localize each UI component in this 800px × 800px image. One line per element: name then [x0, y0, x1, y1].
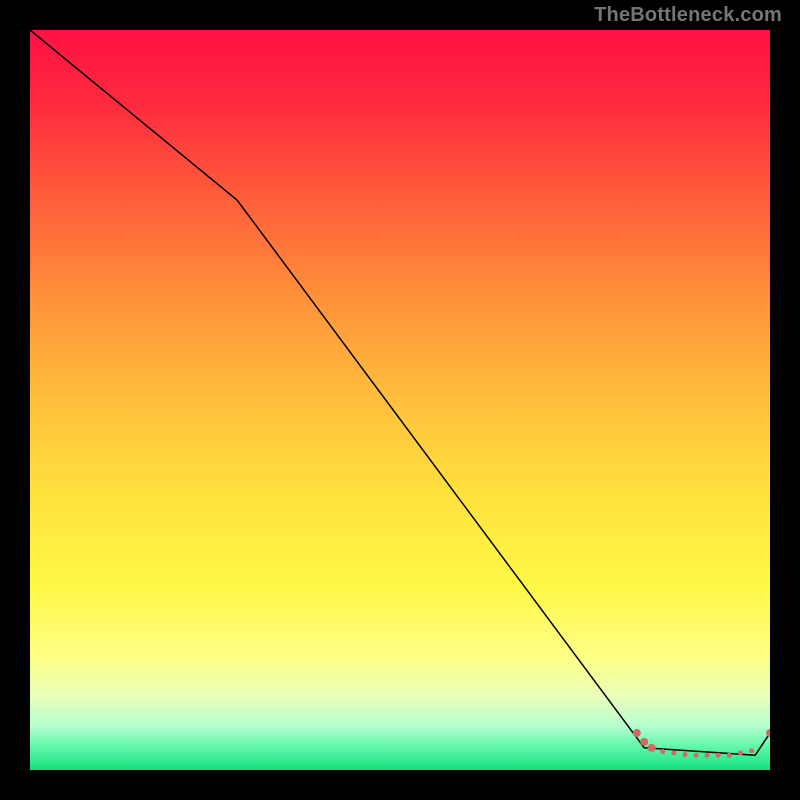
chart-frame: TheBottleneck.com [0, 0, 800, 800]
highlight-marker [705, 753, 710, 758]
highlight-marker [633, 729, 641, 737]
highlight-marker [694, 753, 699, 758]
highlight-marker [716, 753, 721, 758]
highlight-marker [738, 750, 743, 755]
highlight-marker [660, 749, 665, 754]
watermark-label: TheBottleneck.com [594, 4, 782, 27]
highlight-marker [682, 752, 687, 757]
chart-svg [30, 30, 770, 770]
highlight-marker [749, 748, 754, 753]
highlight-marker [766, 729, 770, 737]
plot-area [30, 30, 770, 770]
highlight-marker [640, 738, 648, 746]
highlight-marker [648, 744, 656, 752]
highlight-marker [671, 750, 676, 755]
highlight-marker-group [633, 729, 770, 758]
highlight-marker [727, 753, 732, 758]
bottleneck-curve-line [30, 30, 770, 755]
